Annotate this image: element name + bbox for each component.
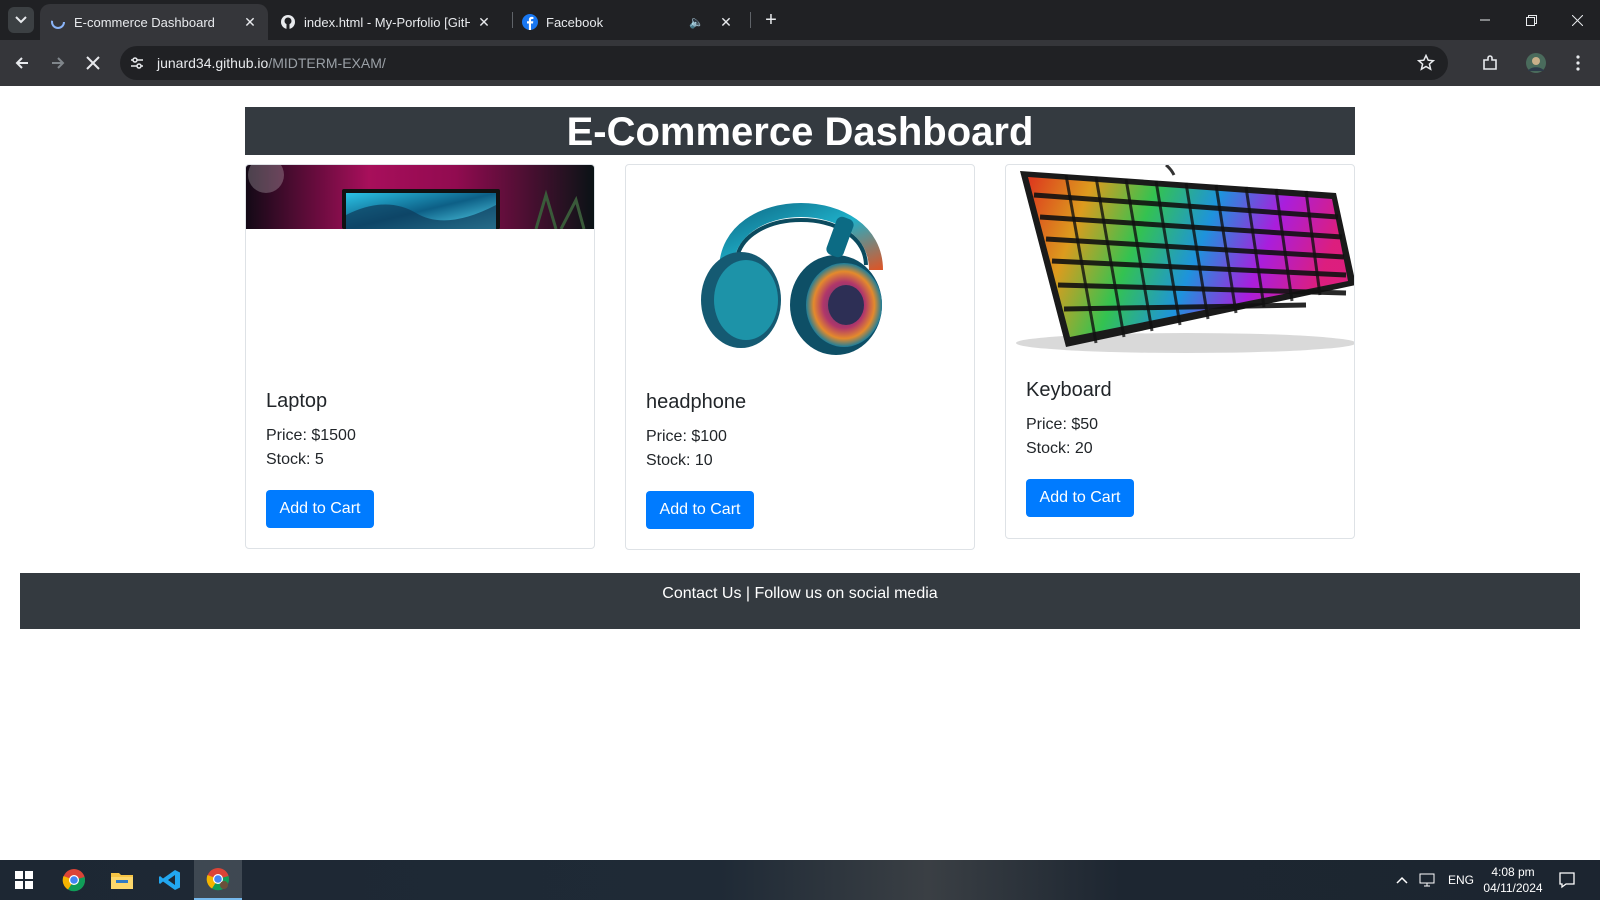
forward-button[interactable]: [44, 49, 72, 77]
tab-github[interactable]: index.html - My-Porfolio [GitHu ✕: [270, 4, 502, 40]
restore-button[interactable]: [1508, 0, 1554, 40]
system-clock[interactable]: 4:08 pm 04/11/2024: [1480, 864, 1546, 896]
facebook-icon: [522, 14, 538, 30]
windows-icon: [15, 871, 33, 889]
start-button[interactable]: [0, 860, 48, 900]
url-host: junard34.github.io: [157, 55, 269, 71]
tab-ecommerce-dashboard[interactable]: E-commerce Dashboard ✕: [40, 4, 268, 40]
product-price: Price: $50: [1026, 416, 1099, 433]
language-indicator[interactable]: ENG: [1448, 860, 1474, 900]
browser-menu-icon[interactable]: [1566, 51, 1590, 75]
windows-taskbar: ENG 4:08 pm 04/11/2024: [0, 860, 1600, 900]
product-name: Keyboard: [1026, 379, 1112, 401]
stop-loading-button[interactable]: [79, 49, 107, 77]
close-tab-icon[interactable]: ✕: [242, 14, 258, 30]
notifications-icon[interactable]: [1558, 860, 1576, 900]
loading-icon: [51, 15, 65, 29]
extensions-icon[interactable]: [1478, 51, 1502, 75]
network-icon[interactable]: [1419, 860, 1437, 900]
headphone-image: [626, 165, 974, 365]
product-stock: Stock: 10: [646, 452, 713, 469]
tab-search-button[interactable]: [8, 7, 34, 33]
product-card-headphone: headphone Price: $100 Stock: 10 Add to C…: [625, 164, 975, 550]
chrome-active-taskbar-button[interactable]: [194, 860, 242, 900]
tab-title: Facebook: [546, 14, 604, 30]
product-stock: Stock: 20: [1026, 440, 1093, 457]
laptop-image: [246, 165, 594, 229]
product-name: Laptop: [266, 390, 328, 412]
product-card-laptop: Laptop Price: $1500 Stock: 5 Add to Cart: [245, 164, 595, 549]
profile-avatar-icon[interactable]: [1524, 51, 1548, 75]
chevron-up-icon: [1396, 876, 1408, 884]
add-to-cart-button[interactable]: Add to Cart: [1026, 479, 1134, 517]
url-text: junard34.github.io/MIDTERM-EXAM/: [157, 55, 386, 71]
chrome-taskbar-button[interactable]: [50, 860, 98, 900]
tab-title: index.html - My-Porfolio [GitHu: [304, 14, 470, 30]
tab-title: E-commerce Dashboard: [74, 14, 215, 30]
product-name: headphone: [646, 391, 747, 413]
chrome-icon: [62, 869, 86, 892]
browser-tab-strip: E-commerce Dashboard ✕ index.html - My-P…: [0, 0, 1600, 40]
tab-facebook[interactable]: Facebook 🔈 ✕: [512, 4, 744, 40]
vscode-icon: [159, 870, 180, 890]
product-stock: Stock: 5: [266, 451, 324, 468]
github-icon: [281, 15, 295, 29]
product-card-keyboard: Keyboard Price: $50 Stock: 20 Add to Car…: [1005, 164, 1355, 539]
bookmark-star-icon[interactable]: [1416, 53, 1436, 73]
minimize-button[interactable]: [1462, 0, 1508, 40]
add-to-cart-button[interactable]: Add to Cart: [646, 491, 754, 529]
url-path: /MIDTERM-EXAM/: [268, 55, 386, 71]
file-explorer-taskbar-button[interactable]: [98, 860, 146, 900]
keyboard-image: [1006, 165, 1354, 355]
address-bar[interactable]: junard34.github.io/MIDTERM-EXAM/: [120, 46, 1448, 80]
page-footer: Contact Us | Follow us on social media: [20, 573, 1580, 629]
product-price: Price: $1500: [266, 427, 356, 444]
browser-toolbar: junard34.github.io/MIDTERM-EXAM/: [0, 40, 1600, 86]
back-button[interactable]: [8, 49, 36, 77]
product-price: Price: $100: [646, 428, 727, 445]
close-window-button[interactable]: [1554, 0, 1600, 40]
show-hidden-icons-button[interactable]: [1396, 860, 1408, 900]
close-tab-icon[interactable]: ✕: [476, 14, 492, 30]
page-title: E-Commerce Dashboard: [245, 107, 1355, 155]
speaker-icon[interactable]: 🔈: [689, 15, 704, 29]
clock-date: 04/11/2024: [1483, 881, 1543, 895]
new-tab-button[interactable]: +: [760, 9, 782, 31]
clock-time: 4:08 pm: [1491, 865, 1535, 879]
vscode-taskbar-button[interactable]: [146, 860, 194, 900]
chrome-icon: [206, 868, 230, 891]
site-info-icon[interactable]: [126, 52, 148, 74]
folder-icon: [111, 873, 133, 889]
tab-separator: [750, 12, 751, 28]
add-to-cart-button[interactable]: Add to Cart: [266, 490, 374, 528]
close-tab-icon[interactable]: ✕: [718, 14, 734, 30]
web-page: E-Commerce Dashboard Laptop Price: $1500…: [0, 86, 1600, 860]
